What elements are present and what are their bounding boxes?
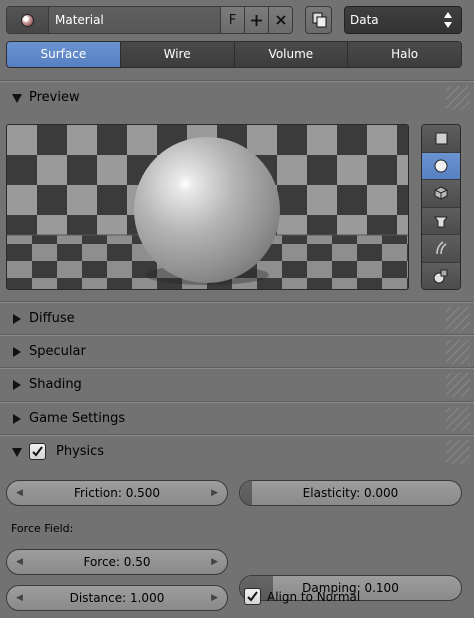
collapsed-triangle-icon [12, 379, 22, 390]
panel-drag-handle[interactable] [446, 407, 470, 431]
slider-fill [240, 481, 252, 505]
align-to-normal-checkbox[interactable] [244, 588, 261, 605]
copy-icon [312, 12, 326, 28]
updown-arrows-icon [444, 12, 452, 28]
panel-drag-handle[interactable] [446, 440, 470, 464]
elasticity-label: Elasticity: 0.000 [302, 486, 399, 500]
tab-volume[interactable]: Volume [233, 42, 348, 67]
panel-header-shading[interactable]: Shading [0, 368, 474, 400]
collapsed-triangle-icon [12, 413, 22, 424]
material-browse-button[interactable] [7, 7, 49, 33]
hair-icon [436, 241, 447, 255]
panel-drag-handle[interactable] [446, 86, 470, 110]
panel-header-diffuse[interactable]: Diffuse [0, 302, 474, 334]
material-sphere-icon [21, 13, 34, 27]
panel-title: Game Settings [29, 411, 126, 426]
elasticity-slider[interactable]: Elasticity: 0.000 [239, 480, 462, 506]
panel-header-specular[interactable]: Specular [0, 335, 474, 367]
panel-header-physics[interactable]: Physics [0, 435, 474, 467]
increment-arrow-icon[interactable]: ▶ [211, 557, 218, 567]
material-type-tabs: Surface Wire Volume Halo [6, 41, 462, 68]
preview-plane-button[interactable] [422, 125, 460, 152]
panel-drag-handle[interactable] [446, 340, 470, 364]
tab-wire[interactable]: Wire [119, 42, 234, 67]
add-material-button[interactable] [244, 7, 268, 33]
material-preview-render [6, 124, 409, 290]
unlink-material-button[interactable] [268, 7, 292, 33]
decrement-arrow-icon[interactable]: ◀ [16, 557, 23, 567]
tab-surface[interactable]: Surface [7, 42, 120, 67]
monkey-icon [434, 216, 448, 228]
checkmark-icon [247, 591, 258, 602]
checkerboard-sphere-image [7, 125, 408, 289]
preview-monkey-button[interactable] [422, 206, 460, 234]
preview-world-button[interactable] [422, 261, 460, 289]
collapsed-triangle-icon [12, 313, 22, 324]
friction-field[interactable]: ◀ Friction: 0.500 ▶ [6, 480, 228, 506]
expanded-triangle-icon [12, 447, 22, 457]
align-to-normal-toggle[interactable]: Align to Normal [244, 588, 360, 605]
panel-title: Physics [56, 444, 105, 459]
panel-title: Specular [29, 344, 86, 359]
increment-arrow-icon[interactable]: ▶ [211, 593, 218, 603]
sphere-and-cube-icon [433, 269, 448, 284]
material-selector: Material F [6, 6, 293, 34]
friction-label: Friction: 0.500 [73, 486, 161, 500]
preview-sphere-button[interactable] [422, 151, 460, 179]
expanded-triangle-icon [12, 93, 22, 103]
panel-title: Preview [29, 90, 80, 105]
distance-field[interactable]: ◀ Distance: 1.000 ▶ [6, 585, 228, 611]
tab-halo[interactable]: Halo [347, 42, 461, 67]
close-icon [275, 15, 286, 25]
checkmark-icon [32, 446, 43, 457]
collapsed-triangle-icon [12, 346, 22, 357]
panel-header-game-settings[interactable]: Game Settings [0, 402, 474, 434]
distance-label: Distance: 1.000 [69, 591, 165, 605]
plane-icon [435, 132, 447, 145]
increment-arrow-icon[interactable]: ▶ [211, 488, 218, 498]
force-label: Force: 0.50 [83, 555, 151, 569]
cube-icon [434, 186, 448, 200]
copy-paste-button[interactable] [305, 6, 332, 34]
data-link-select[interactable]: Data [344, 6, 462, 34]
sphere-icon [434, 159, 448, 173]
preview-shape-toolbar [421, 124, 461, 290]
panel-title: Diffuse [29, 311, 75, 326]
force-field[interactable]: ◀ Force: 0.50 ▶ [6, 549, 228, 575]
material-name-field[interactable]: Material [49, 7, 220, 33]
align-to-normal-label: Align to Normal [267, 589, 361, 604]
panel-title: Shading [29, 377, 82, 392]
panel-header-preview[interactable]: Preview [0, 81, 474, 113]
decrement-arrow-icon[interactable]: ◀ [16, 488, 23, 498]
fake-user-button[interactable]: F [220, 7, 244, 33]
panel-drag-handle[interactable] [446, 307, 470, 331]
preview-cube-button[interactable] [422, 179, 460, 207]
preview-hair-button[interactable] [422, 234, 460, 262]
panel-drag-handle[interactable] [446, 373, 470, 397]
data-link-value: Data [350, 13, 379, 27]
plus-icon [251, 14, 262, 26]
physics-enable-checkbox[interactable] [29, 443, 46, 460]
decrement-arrow-icon[interactable]: ◀ [16, 593, 23, 603]
force-field-label: Force Field: [11, 522, 74, 535]
